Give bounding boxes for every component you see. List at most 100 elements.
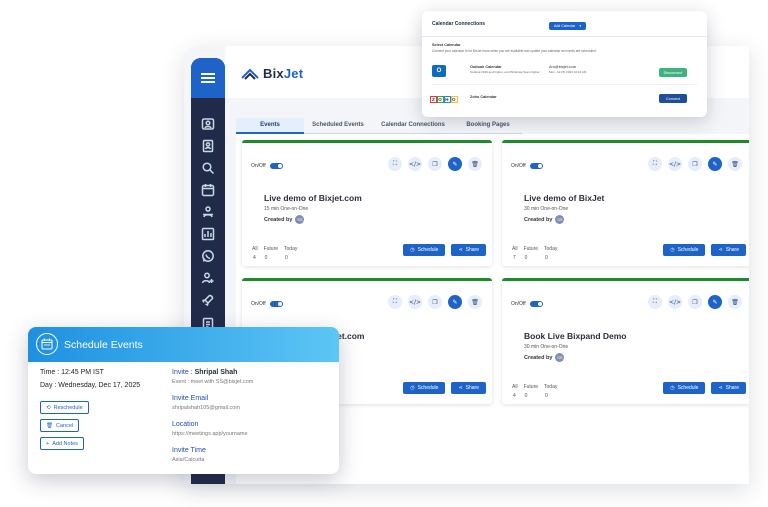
- calendar-name: Zoho Calendar: [470, 95, 497, 99]
- on-off-toggle[interactable]: [529, 301, 543, 307]
- created-by: Created by SS: [264, 215, 305, 224]
- event-duration: 30 min One-on-One: [524, 344, 569, 350]
- cancel-label: Cancel: [55, 422, 74, 429]
- outlook-icon: O: [432, 65, 446, 77]
- share-label: Share: [465, 247, 479, 253]
- connect-button[interactable]: Connect: [659, 94, 687, 103]
- schedule-label: Schedule: [677, 247, 699, 253]
- avatar: SS: [295, 215, 305, 224]
- expand-icon[interactable]: ⛶: [648, 157, 662, 171]
- share-button[interactable]: ⋖ Share: [451, 382, 486, 394]
- card-actions: ⛶ </> ❐ ✎ 🗑: [648, 157, 742, 171]
- address-book-icon[interactable]: [200, 138, 216, 154]
- on-off-toggle[interactable]: [269, 301, 283, 307]
- logo-text: BixJet: [263, 66, 304, 81]
- copy-icon[interactable]: ❐: [688, 157, 702, 171]
- created-by-label: Created by: [264, 216, 293, 223]
- contacts-icon[interactable]: [200, 116, 216, 132]
- share-icon: ⋖: [718, 247, 723, 253]
- created-by: Created by SS: [524, 215, 565, 224]
- clock-icon: ◷: [410, 385, 415, 391]
- report-icon[interactable]: [200, 226, 216, 242]
- search-icon[interactable]: [200, 160, 216, 176]
- add-calendar-label: Add Calendar: [554, 24, 576, 28]
- invite-event: Event : meet with SS@bixjet.com: [172, 379, 254, 385]
- tab-calendar-connections[interactable]: Calendar Connections: [372, 118, 454, 134]
- invite-name: Invite : Shripal Shah: [172, 369, 237, 376]
- embed-code-icon[interactable]: </>: [668, 295, 682, 309]
- event-duration: 15 min One-on-One: [264, 206, 309, 212]
- toggle-label: On/Off: [251, 301, 266, 307]
- delete-icon[interactable]: 🗑: [728, 157, 742, 171]
- event-title: Live demo of Bixjet.com: [264, 193, 362, 203]
- reschedule-button[interactable]: ⟲ Reschedule: [40, 401, 89, 414]
- expand-icon[interactable]: ⛶: [388, 295, 402, 309]
- location-value[interactable]: https://meetings.app/yourname: [172, 431, 248, 437]
- schedule-label: Schedule: [677, 385, 699, 391]
- embed-code-icon[interactable]: </>: [668, 157, 682, 171]
- tab-booking-pages[interactable]: Booking Pages: [454, 118, 522, 134]
- copy-icon[interactable]: ❐: [428, 157, 442, 171]
- add-notes-label: Add Notes: [52, 440, 78, 447]
- stat-label: Future: [523, 384, 539, 390]
- delete-icon[interactable]: 🗑: [468, 157, 482, 171]
- share-icon: ⋖: [718, 385, 723, 391]
- event-stats: All 4 Future 0 Today 0: [252, 246, 297, 261]
- logo-mark-icon: [241, 68, 259, 80]
- schedule-button[interactable]: ◷ Schedule: [663, 382, 706, 394]
- delete-icon[interactable]: 🗑: [728, 295, 742, 309]
- bixjet-logo[interactable]: BixJet: [241, 66, 303, 81]
- invite-time-value: Asia/Calcutta: [172, 457, 205, 463]
- expand-icon[interactable]: ⛶: [388, 157, 402, 171]
- toggle-row: On/Off: [511, 163, 543, 169]
- zoho-icon: ZOHO: [430, 95, 458, 103]
- stat-value: 0: [545, 393, 548, 399]
- calendar-icon: [36, 333, 58, 355]
- share-button[interactable]: ⋖ Share: [451, 244, 486, 256]
- disconnect-button[interactable]: Disconnect: [659, 68, 687, 77]
- whatsapp-icon[interactable]: [200, 248, 216, 264]
- copy-icon[interactable]: ❐: [428, 295, 442, 309]
- rocket-icon[interactable]: [200, 292, 216, 308]
- share-icon: ⋖: [458, 385, 463, 391]
- location-label: Location: [172, 421, 199, 428]
- schedule-button[interactable]: ◷ Schedule: [403, 244, 446, 256]
- schedule-events-panel: Schedule Events Time : 12:45 PM IST Day …: [28, 327, 339, 474]
- delete-icon[interactable]: 🗑: [468, 295, 482, 309]
- user-group-icon[interactable]: [200, 204, 216, 220]
- calendar-connections-title: Calendar Connections: [432, 21, 486, 27]
- tab-events[interactable]: Events: [236, 118, 304, 134]
- embed-code-icon[interactable]: </>: [408, 295, 422, 309]
- card-buttons: ◷ Schedule ⋖ Share: [403, 382, 486, 394]
- menu-toggle-button[interactable]: [191, 58, 225, 98]
- stat-label: All: [512, 246, 518, 252]
- schedule-button[interactable]: ◷ Schedule: [403, 382, 446, 394]
- expand-icon[interactable]: ⛶: [648, 295, 662, 309]
- toggle-label: On/Off: [251, 163, 266, 169]
- copy-icon[interactable]: ❐: [688, 295, 702, 309]
- edit-icon[interactable]: ✎: [708, 157, 722, 171]
- share-button[interactable]: ⋖ Share: [711, 244, 746, 256]
- add-notes-button[interactable]: + Add Notes: [40, 437, 84, 450]
- schedule-button[interactable]: ◷ Schedule: [663, 244, 706, 256]
- card-actions: ⛶ </> ❐ ✎ 🗑: [388, 295, 482, 309]
- on-off-toggle[interactable]: [269, 163, 283, 169]
- embed-code-icon[interactable]: </>: [408, 157, 422, 171]
- invite-label: Invite :: [172, 369, 195, 376]
- cancel-button[interactable]: 🗑 Cancel: [40, 419, 80, 432]
- edit-icon[interactable]: ✎: [448, 157, 462, 171]
- on-off-toggle[interactable]: [529, 163, 543, 169]
- share-button[interactable]: ⋖ Share: [711, 382, 746, 394]
- stat-label: Future: [523, 246, 539, 252]
- edit-icon[interactable]: ✎: [708, 295, 722, 309]
- share-label: Share: [465, 385, 479, 391]
- share-icon: ⋖: [458, 247, 463, 253]
- event-card: On/Off ⛶ </> ❐ ✎ 🗑 Live demo of BixJet 3…: [502, 140, 749, 266]
- edit-icon[interactable]: ✎: [448, 295, 462, 309]
- add-calendar-button[interactable]: Add Calendar ▾: [549, 22, 587, 30]
- tab-scheduled-events[interactable]: Scheduled Events: [304, 118, 372, 134]
- user-settings-icon[interactable]: [200, 270, 216, 286]
- calendar-icon[interactable]: [200, 182, 216, 198]
- schedule-events-title: Schedule Events: [64, 339, 143, 351]
- event-duration: 30 min One-on-One: [524, 206, 569, 212]
